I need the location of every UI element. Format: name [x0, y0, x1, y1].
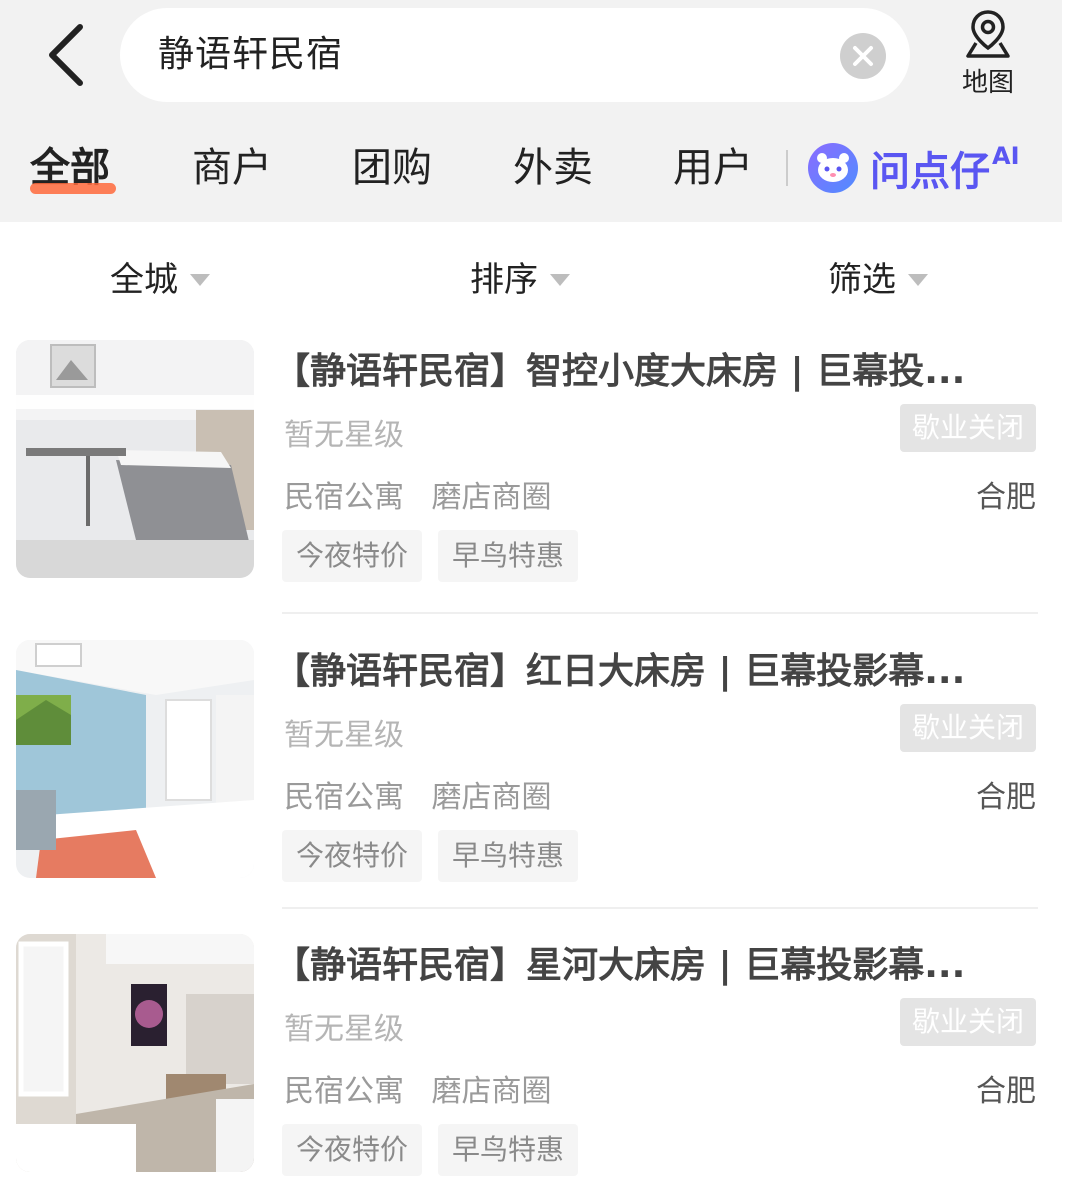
listing-category: 民宿公寓 磨店商圈 [284, 472, 552, 516]
promo-tag: 早鸟特惠 [438, 530, 579, 582]
listing-info: 【静语轩民宿】星河大床房 | 巨幕投影幕... 暂无星级 歇业关闭 民宿公寓 磨… [274, 934, 1038, 1184]
listing-category: 民宿公寓 磨店商圈 [284, 772, 552, 816]
promo-tag: 今夜特价 [282, 1124, 423, 1176]
filter-label: 筛选 [828, 260, 896, 300]
listing-title: 【静语轩民宿】红日大床房 | 巨幕投影幕... [274, 651, 966, 692]
business-area-label: 磨店商圈 [431, 780, 552, 815]
ai-tab-label: 问点仔 [870, 149, 990, 195]
tab-delivery[interactable]: 外卖 [513, 128, 593, 208]
promo-tags: 今夜特价 早鸟特惠 [282, 530, 594, 582]
map-label: 地图 [961, 68, 1014, 98]
active-tab-indicator [30, 183, 116, 194]
listing-info: 【静语轩民宿】智控小度大床房 | 巨幕投... 暂无星级 歇业关闭 民宿公寓 磨… [274, 340, 1038, 590]
tab-ai-assistant[interactable]: 问点仔 AI [808, 138, 1020, 198]
listing-card[interactable]: 【静语轩民宿】智控小度大床房 | 巨幕投... 暂无星级 歇业关闭 民宿公寓 磨… [0, 340, 1062, 590]
sort-dropdown[interactable]: 排序 [470, 240, 570, 320]
promo-tags: 今夜特价 早鸟特惠 [282, 830, 594, 882]
listing-card[interactable]: 【静语轩民宿】星河大床房 | 巨幕投影幕... 暂无星级 歇业关闭 民宿公寓 磨… [0, 934, 1062, 1184]
chevron-left-icon [49, 24, 83, 86]
city-label: 合肥 [976, 1074, 1036, 1109]
promo-tag: 今夜特价 [282, 830, 423, 882]
filter-area-label: 全城 [110, 260, 178, 300]
listing-title: 【静语轩民宿】星河大床房 | 巨幕投影幕... [274, 945, 966, 986]
listing-info: 【静语轩民宿】红日大床房 | 巨幕投影幕... 暂无星级 歇业关闭 民宿公寓 磨… [274, 640, 1038, 890]
clear-search-button[interactable] [840, 33, 886, 79]
tab-all[interactable]: 全部 [30, 128, 110, 208]
promo-tag: 今夜特价 [282, 530, 423, 582]
filter-area-dropdown[interactable]: 全城 [110, 240, 210, 320]
tab-merchants[interactable]: 商户 [192, 128, 272, 208]
status-badge: 歇业关闭 [899, 998, 1036, 1046]
back-button[interactable] [36, 20, 96, 90]
filter-dropdown[interactable]: 筛选 [828, 240, 928, 320]
status-badge: 歇业关闭 [899, 704, 1036, 752]
star-rating: 暂无星级 [284, 418, 404, 453]
caret-down-icon [908, 274, 928, 286]
star-rating: 暂无星级 [284, 718, 404, 753]
business-area-label: 磨店商圈 [431, 480, 552, 515]
category-label: 民宿公寓 [284, 480, 404, 515]
category-label: 民宿公寓 [284, 780, 404, 815]
listing-photo [16, 640, 254, 878]
listing-photo [16, 934, 254, 1172]
close-icon [853, 46, 873, 66]
category-label: 民宿公寓 [284, 1074, 404, 1109]
tab-divider [786, 150, 788, 186]
city-label: 合肥 [976, 480, 1036, 515]
promo-tags: 今夜特价 早鸟特惠 [282, 1124, 594, 1176]
search-query: 静语轩民宿 [158, 34, 344, 75]
tab-users[interactable]: 用户 [673, 128, 753, 208]
listing-category: 民宿公寓 磨店商圈 [284, 1066, 552, 1110]
listing-photo [16, 340, 254, 578]
promo-tag: 早鸟特惠 [438, 1124, 579, 1176]
status-badge: 歇业关闭 [899, 404, 1036, 452]
map-pin-icon [966, 10, 1010, 58]
map-button[interactable]: 地图 [948, 8, 1028, 104]
divider [282, 612, 1038, 614]
sort-label: 排序 [470, 260, 538, 300]
ai-tab-badge: AI [992, 142, 1020, 170]
divider [282, 907, 1038, 909]
filter-bar: 全城 排序 筛选 [0, 240, 1062, 320]
city-label: 合肥 [976, 780, 1036, 815]
caret-down-icon [550, 274, 570, 286]
star-rating: 暂无星级 [284, 1012, 404, 1047]
caret-down-icon [190, 274, 210, 286]
search-input[interactable]: 静语轩民宿 [120, 8, 910, 102]
tab-group-buy[interactable]: 团购 [352, 128, 432, 208]
business-area-label: 磨店商圈 [431, 1074, 552, 1109]
promo-tag: 早鸟特惠 [438, 830, 579, 882]
ai-avatar-icon [808, 143, 858, 193]
listing-title: 【静语轩民宿】智控小度大床房 | 巨幕投... [274, 351, 966, 392]
listing-card[interactable]: 【静语轩民宿】红日大床房 | 巨幕投影幕... 暂无星级 歇业关闭 民宿公寓 磨… [0, 640, 1062, 890]
